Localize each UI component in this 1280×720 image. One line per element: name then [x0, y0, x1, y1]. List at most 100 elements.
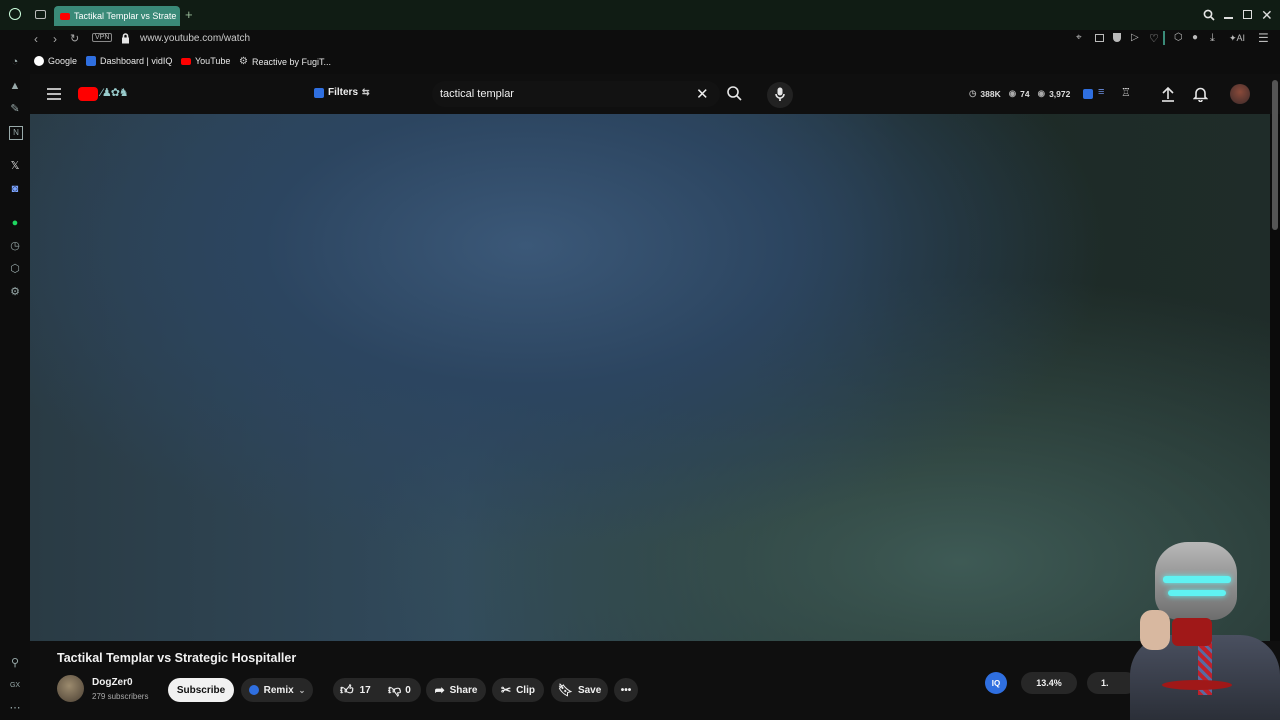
download-icon[interactable]: ⤓ [1210, 32, 1215, 45]
vidiq-stats: ◷ 388K ◉ 74 ◉ 3,972 [969, 88, 1070, 99]
share-button[interactable]: ➦ Share [426, 678, 486, 702]
page-scrollbar[interactable] [1272, 80, 1278, 230]
opera-logo-icon[interactable] [9, 8, 21, 20]
stat-count: 3,972 [1049, 88, 1071, 99]
ai-button[interactable]: ✦AI [1229, 33, 1245, 44]
reload-icon[interactable]: ↻ [70, 32, 79, 45]
notifications-bell-icon[interactable] [1193, 86, 1208, 102]
gear-icon: ⚙ [239, 56, 248, 67]
scissors-icon: ✂ [501, 683, 512, 697]
bookmark-label: Reactive by FugiT... [251, 56, 331, 67]
doodle-logo-icon[interactable]: ⁄♟✿♞ [101, 86, 129, 99]
aria-icon[interactable]: ▲ [9, 80, 21, 92]
thumbs-up-icon: 👍︎ [340, 682, 354, 697]
vidiq-score-badge: 13.4% [1021, 672, 1077, 694]
extensions-sidebar-icon[interactable]: ⬡ [9, 263, 21, 275]
youtube-icon [181, 57, 191, 65]
subscriber-count: 279 subscribers [92, 692, 149, 701]
channel-avatar[interactable] [57, 675, 84, 702]
discord-icon[interactable]: ◙ [9, 183, 21, 195]
forward-icon[interactable]: › [53, 32, 57, 46]
tab-active[interactable]: Tactikal Templar vs Strate [54, 6, 180, 26]
youtube-favicon-icon [60, 12, 70, 20]
account-avatar[interactable] [1230, 84, 1250, 104]
video-player[interactable] [30, 114, 1270, 641]
bookmark-youtube[interactable]: YouTube [181, 56, 230, 66]
more-actions-button[interactable]: ••• [614, 678, 638, 702]
bookmark-icon: 🔖︎ [557, 683, 573, 697]
vidiq-widget-icon[interactable]: IQ [985, 672, 1007, 694]
vidiq-list-icon[interactable]: ≡ [1098, 86, 1104, 98]
stat-likes: 74 [1020, 88, 1030, 99]
pinboard-icon[interactable]: ✎ [9, 103, 21, 115]
like-button[interactable]: 👍︎ 17 [340, 682, 371, 698]
more-icon: ••• [620, 684, 632, 696]
menu-icon[interactable]: ☰ [1258, 31, 1269, 45]
close-window-icon[interactable]: ✕ [1261, 7, 1273, 24]
saucer-graphic [1162, 680, 1232, 690]
search-input[interactable]: tactical templar [440, 88, 514, 100]
speed-dial-icon[interactable]: ◔ [9, 56, 21, 68]
save-button[interactable]: 🔖︎ Save [551, 678, 608, 702]
trophy-icon[interactable]: ♖ [1121, 86, 1131, 99]
bookmark-google[interactable]: Google [34, 56, 77, 66]
clock-icon: ◷ [969, 88, 977, 98]
notion-icon[interactable]: N [9, 126, 23, 140]
spotify-icon[interactable]: ● [9, 217, 21, 229]
snapshot-icon[interactable] [1095, 34, 1104, 42]
upload-icon[interactable] [1161, 86, 1175, 102]
pin-icon[interactable]: ⌖ [1076, 32, 1082, 43]
like-count: 17 [359, 684, 371, 696]
search-icon[interactable] [727, 86, 742, 101]
bookmark-vidiq[interactable]: Dashboard | vidIQ [86, 56, 172, 66]
maximize-icon[interactable] [1243, 10, 1252, 19]
thumbs-down-icon: 👎︎ [388, 682, 402, 697]
x-twitter-icon[interactable]: 𝕏 [9, 160, 21, 172]
remix-button[interactable]: Remix ⌄ [241, 678, 313, 702]
profile-icon[interactable]: ● [1192, 32, 1198, 43]
clip-button[interactable]: ✂ Clip [492, 678, 544, 702]
shield-icon[interactable] [1113, 33, 1121, 42]
new-tab-icon[interactable]: + [185, 7, 193, 22]
vidiq-icon[interactable] [1083, 89, 1093, 99]
bookmark-label: Google [48, 56, 78, 66]
microphone-icon [775, 87, 785, 101]
webcam-overlay [1110, 540, 1280, 720]
hand-graphic [1140, 610, 1170, 650]
play-icon[interactable]: ▷ [1131, 32, 1139, 43]
back-icon[interactable]: ‹ [34, 32, 38, 46]
helmet-visor-light [1163, 576, 1231, 583]
extensions-icon[interactable]: ⬡ [1174, 32, 1183, 43]
bookmark-reactive[interactable]: ⚙ Reactive by FugiT... [239, 56, 331, 67]
share-label: Share [449, 684, 478, 696]
tab-manager-icon[interactable] [35, 10, 46, 19]
youtube-logo-icon[interactable] [78, 87, 98, 101]
gx-label[interactable]: GX [8, 680, 22, 692]
subscribe-button[interactable]: Subscribe [168, 678, 234, 702]
lock-icon[interactable] [121, 33, 130, 44]
save-label: Save [577, 684, 602, 696]
minimize-icon[interactable] [1224, 17, 1233, 19]
url-field[interactable]: www.youtube.com/watch [140, 33, 250, 44]
filters-button[interactable]: Filters ⇆ [314, 87, 370, 98]
filters-label: Filters [328, 87, 359, 98]
search-tabs-icon[interactable] [1203, 9, 1215, 21]
teacup-graphic [1172, 618, 1212, 646]
vpn-badge[interactable]: VPN [92, 33, 113, 42]
dislike-count: 0 [405, 684, 411, 696]
hamburger-menu-icon[interactable] [47, 88, 61, 100]
pin-sidebar-icon[interactable]: ⚲ [9, 657, 21, 669]
share-icon: ➦ [434, 683, 445, 697]
heart-icon[interactable]: ♡ [1149, 32, 1159, 45]
more-sidebar-icon[interactable]: ⋯ [9, 702, 21, 714]
tune-icon: ⇆ [362, 87, 370, 97]
history-icon[interactable]: ◷ [9, 240, 21, 252]
remix-label: Remix [263, 684, 294, 696]
stat-views: 388K [980, 88, 1001, 99]
clear-search-icon[interactable]: ✕ [696, 85, 709, 103]
channel-name[interactable]: DogZer0 [92, 677, 133, 688]
dislike-button[interactable]: 👎︎ 0 [388, 682, 411, 698]
settings-icon[interactable]: ⚙ [9, 286, 21, 298]
eye-icon: ◉ [1008, 88, 1017, 98]
browser-sidebar: ◔ ▲ ✎ N 𝕏 ◙ ● ◷ ⬡ ⚙ ⚲ GX ⋯ [0, 50, 30, 720]
